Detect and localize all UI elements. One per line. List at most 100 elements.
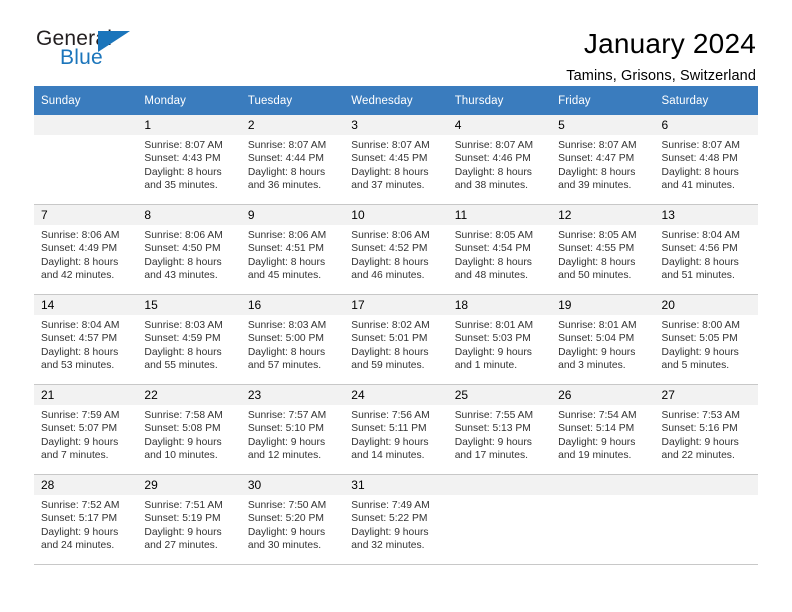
calendar-day-cell[interactable]: 1 Sunrise: 8:07 AM Sunset: 4:43 PM Daylight… [137,115,241,205]
day-detail-daylight-line: Daylight: 8 hours [247,346,326,358]
calendar-day-cell[interactable]: 28 Sunrise: 7:52 AM Sunset: 5:17 PM Dayligh… [34,474,138,565]
day-detail: Sunrise: 8:03 AM Sunset: 5:00 PM Daylight:… [241,315,344,373]
calendar-day-cell[interactable]: 15 Sunrise: 8:03 AM Sunset: 4:59 PM Dayligh… [137,294,241,385]
day-detail: Sunrise: 8:06 AM Sunset: 4:50 PM Daylight:… [137,225,240,283]
day-detail-daylight-line: and 39 minutes. [558,180,632,192]
calendar-day-cell[interactable]: 23 Sunrise: 7:57 AM Sunset: 5:10 PM Dayligh… [240,384,345,475]
day-detail-daylight-line: Daylight: 9 hours [247,436,326,448]
day-detail-daylight-line: and 48 minutes. [454,270,528,282]
day-detail: Sunrise: 7:58 AM Sunset: 5:08 PM Daylight:… [137,405,240,463]
weekday-header-sunday: Sunday [34,86,138,115]
calendar-day-cell[interactable]: 13 Sunrise: 8:04 AM Sunset: 4:56 PM Dayligh… [654,204,758,295]
day-detail-daylight-line: Daylight: 8 hours [247,256,326,268]
month-calendar-table: Sunday Monday Tuesday Wednesday Thursday… [34,86,758,565]
calendar-day-cell[interactable]: 30 Sunrise: 7:50 AM Sunset: 5:20 PM Dayligh… [240,474,345,565]
day-detail: Sunrise: 8:04 AM Sunset: 4:57 PM Daylight:… [34,315,137,373]
day-number: 16 [240,295,345,315]
day-number: 17 [344,295,448,315]
day-detail-sunset-line: Sunset: 5:00 PM [247,333,324,345]
day-cell-inner: 22 Sunrise: 7:58 AM Sunset: 5:08 PM Dayligh… [137,385,241,474]
day-detail-daylight-line: and 42 minutes. [41,270,115,282]
calendar-day-cell[interactable]: 4 Sunrise: 8:07 AM Sunset: 4:46 PM Daylight… [447,115,552,205]
day-detail-sunrise-line: Sunrise: 8:03 AM [247,320,327,331]
calendar-day-cell[interactable]: 2 Sunrise: 8:07 AM Sunset: 4:44 PM Daylight… [240,115,345,205]
calendar-day-cell[interactable]: 19 Sunrise: 8:01 AM Sunset: 5:04 PM Dayligh… [551,294,655,385]
day-number: 6 [654,115,758,135]
day-detail-daylight-line: and 14 minutes. [351,450,425,462]
calendar-day-cell[interactable]: 31 Sunrise: 7:49 AM Sunset: 5:22 PM Dayligh… [344,474,448,565]
day-detail-daylight-line: and 55 minutes. [144,360,218,372]
day-detail: Sunrise: 7:53 AM Sunset: 5:16 PM Daylight:… [655,405,758,463]
day-cell-inner [654,475,758,564]
calendar-day-cell[interactable]: 24 Sunrise: 7:56 AM Sunset: 5:11 PM Dayligh… [344,384,448,475]
calendar-day-cell[interactable]: 10 Sunrise: 8:06 AM Sunset: 4:52 PM Dayligh… [344,204,448,295]
day-detail: Sunrise: 8:07 AM Sunset: 4:46 PM Daylight:… [448,135,551,193]
calendar-day-cell[interactable]: 5 Sunrise: 8:07 AM Sunset: 4:47 PM Daylight… [551,115,655,205]
calendar-day-cell[interactable]: 12 Sunrise: 8:05 AM Sunset: 4:55 PM Dayligh… [551,204,655,295]
day-detail-daylight-line: and 1 minute. [454,360,518,372]
day-detail-sunrise-line: Sunrise: 7:49 AM [351,500,430,511]
day-detail: Sunrise: 8:01 AM Sunset: 5:03 PM Daylight:… [448,315,551,373]
day-detail-sunrise-line: Sunrise: 8:07 AM [558,140,637,151]
day-detail-daylight-line: and 32 minutes. [351,540,425,552]
day-detail-daylight-line: Daylight: 9 hours [41,526,119,538]
day-detail-daylight-line: and 22 minutes. [661,450,735,462]
day-cell-inner: 31 Sunrise: 7:49 AM Sunset: 5:22 PM Dayligh… [344,475,448,564]
general-blue-logo: General Blue [36,28,156,74]
weekday-header-wednesday: Wednesday [344,86,448,115]
title-block: January 2024 Tamins, Grisons, Switzerlan… [156,28,756,86]
day-detail-daylight-line: Daylight: 9 hours [558,436,636,448]
calendar-day-cell[interactable]: 3 Sunrise: 8:07 AM Sunset: 4:45 PM Daylight… [344,115,448,205]
calendar-day-cell[interactable]: 26 Sunrise: 7:54 AM Sunset: 5:14 PM Dayligh… [551,384,655,475]
calendar-day-cell[interactable]: 7 Sunrise: 8:06 AM Sunset: 4:49 PM Daylight… [34,204,138,295]
day-detail-sunset-line: Sunset: 4:54 PM [454,243,531,255]
day-number: 27 [654,385,758,405]
calendar-day-cell[interactable]: 25 Sunrise: 7:55 AM Sunset: 5:13 PM Dayligh… [447,384,552,475]
day-number: 9 [240,205,345,225]
day-cell-inner: 14 Sunrise: 8:04 AM Sunset: 4:57 PM Dayligh… [34,295,138,384]
day-detail: Sunrise: 8:04 AM Sunset: 4:56 PM Daylight:… [655,225,758,283]
day-detail-daylight-line: Daylight: 8 hours [454,166,532,178]
day-number: 8 [137,205,241,225]
calendar-day-cell[interactable]: 8 Sunrise: 8:06 AM Sunset: 4:50 PM Daylight… [137,204,241,295]
calendar-day-cell[interactable]: 14 Sunrise: 8:04 AM Sunset: 4:57 PM Dayligh… [34,294,138,385]
day-detail: Sunrise: 8:06 AM Sunset: 4:51 PM Daylight:… [241,225,344,283]
day-detail-sunrise-line: Sunrise: 8:07 AM [661,140,740,151]
calendar-day-cell[interactable]: 11 Sunrise: 8:05 AM Sunset: 4:54 PM Dayligh… [447,204,552,295]
day-detail-sunrise-line: Sunrise: 8:02 AM [351,320,430,331]
day-detail-sunset-line: Sunset: 5:11 PM [351,423,427,435]
day-detail-sunrise-line: Sunrise: 8:05 AM [558,230,637,241]
day-detail-sunrise-line: Sunrise: 7:51 AM [144,500,223,511]
day-detail-daylight-line: and 41 minutes. [661,180,735,192]
calendar-day-cell[interactable]: 22 Sunrise: 7:58 AM Sunset: 5:08 PM Dayligh… [137,384,241,475]
calendar-body: 1 Sunrise: 8:07 AM Sunset: 4:43 PM Daylight… [34,115,758,565]
day-detail-sunrise-line: Sunrise: 8:04 AM [41,320,120,331]
calendar-day-cell[interactable]: 29 Sunrise: 7:51 AM Sunset: 5:19 PM Dayligh… [137,474,241,565]
calendar-day-cell[interactable]: 6 Sunrise: 8:07 AM Sunset: 4:48 PM Daylight… [654,115,758,205]
day-detail-sunset-line: Sunset: 5:20 PM [247,513,324,525]
calendar-day-cell[interactable]: 16 Sunrise: 8:03 AM Sunset: 5:00 PM Dayligh… [240,294,345,385]
day-detail-sunset-line: Sunset: 5:05 PM [661,333,738,345]
day-detail: Sunrise: 8:07 AM Sunset: 4:43 PM Daylight:… [137,135,240,193]
day-detail: Sunrise: 8:03 AM Sunset: 4:59 PM Daylight:… [137,315,240,373]
day-detail-sunset-line: Sunset: 4:45 PM [351,153,428,165]
day-detail-daylight-line: and 10 minutes. [144,450,218,462]
day-detail-daylight-line: Daylight: 8 hours [351,346,429,358]
calendar-day-cell[interactable]: 21 Sunrise: 7:59 AM Sunset: 5:07 PM Dayligh… [34,384,138,475]
day-number: 5 [551,115,655,135]
calendar-day-cell[interactable]: 27 Sunrise: 7:53 AM Sunset: 5:16 PM Dayligh… [654,384,758,475]
day-detail-daylight-line: and 12 minutes. [247,450,322,462]
calendar-header-row: Sunday Monday Tuesday Wednesday Thursday… [34,86,758,115]
calendar-day-cell[interactable]: 18 Sunrise: 8:01 AM Sunset: 5:03 PM Dayligh… [447,294,552,385]
calendar-day-cell[interactable]: 17 Sunrise: 8:02 AM Sunset: 5:01 PM Dayligh… [344,294,448,385]
day-detail-sunset-line: Sunset: 4:49 PM [41,243,118,255]
day-detail: Sunrise: 8:02 AM Sunset: 5:01 PM Daylight:… [344,315,447,373]
calendar-week-row: 1 Sunrise: 8:07 AM Sunset: 4:43 PM Daylight… [34,115,758,205]
calendar-day-cell[interactable]: 20 Sunrise: 8:00 AM Sunset: 5:05 PM Dayligh… [654,294,758,385]
day-detail-sunset-line: Sunset: 4:46 PM [454,153,531,165]
day-detail-sunset-line: Sunset: 5:16 PM [661,423,738,435]
day-detail-sunrise-line: Sunrise: 8:06 AM [351,230,430,241]
day-detail: Sunrise: 7:56 AM Sunset: 5:11 PM Daylight:… [344,405,447,463]
day-detail-sunset-line: Sunset: 4:43 PM [144,153,221,165]
calendar-day-cell[interactable]: 9 Sunrise: 8:06 AM Sunset: 4:51 PM Daylight… [240,204,345,295]
